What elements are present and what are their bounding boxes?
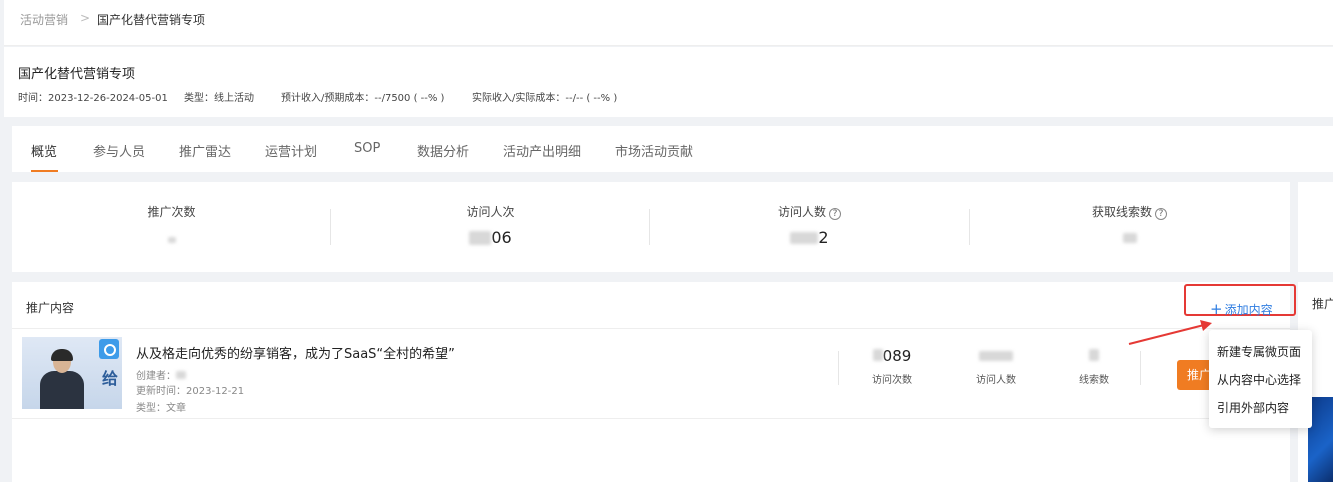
menu-item-from-content-center[interactable]: 从内容中心选择 [1217,371,1301,388]
campaign-time: 时间：2023-12-26-2024-05-01 [18,93,168,104]
question-circle-icon[interactable]: ? [1155,208,1167,220]
tab-contribution[interactable]: 市场活动贡献 [615,141,693,160]
side-panel-title: 推广 [1312,297,1333,311]
metric-value [951,347,1041,367]
metric-label: 访问人数 [976,375,1016,386]
stats-panel: 推广次数 访问人次 06 访问人数? 2 获取线索数? [12,182,1290,272]
breadcrumb-root-link[interactable]: 活动营销 [20,11,68,28]
add-content-label: + 添加内容 [1210,300,1273,318]
metric-visitors: 访问人数 [951,347,1041,386]
metric-leads: 线索数 [1049,347,1139,386]
stat-value: 06 [331,228,650,247]
stat-value [970,228,1289,247]
stat-leads: 获取线索数? [970,182,1289,272]
campaign-actual: 实际收入/实际成本：--/-- ( --% ) [472,93,618,104]
tab-participants[interactable]: 参与人员 [93,141,145,160]
question-circle-icon[interactable]: ? [829,208,841,220]
tab-overview[interactable]: 概览 [31,141,57,160]
campaign-header: 国产化替代营销专项 时间：2023-12-26-2024-05-01 类型：线上… [4,47,1333,117]
divider [1140,351,1141,385]
tab-bar: 概览 参与人员 推广雷达 运营计划 SOP 数据分析 活动产出明细 市场活动贡献 [12,126,1333,172]
menu-item-external-content[interactable]: 引用外部内容 [1217,399,1289,416]
active-tab-indicator [31,170,58,172]
menu-item-new-micro-page[interactable]: 新建专属微页面 [1217,343,1301,360]
thumbnail-text: 给 [102,369,119,388]
article-updated: 更新时间：2023-12-21 [136,386,245,397]
breadcrumb-bar: 活动营销 > 国产化替代营销专项 [4,0,1333,46]
stat-promotions: 推广次数 [12,182,331,272]
add-content-button[interactable]: + 添加内容 [1184,284,1296,318]
plus-icon: + [1210,300,1223,318]
tab-radar[interactable]: 推广雷达 [179,141,231,160]
campaign-type: 类型：线上活动 [184,93,254,104]
stat-label: 获取线索数? [970,203,1289,220]
stat-value: 2 [650,228,969,247]
campaign-expected: 预计收入/预期成本：--/7500 ( --% ) [281,93,445,104]
metric-visit-count: 089 访问次数 [847,347,937,386]
tab-data-analysis[interactable]: 数据分析 [417,141,469,160]
article-title[interactable]: 从及格走向优秀的纷享销客，成为了SaaS“全村的希望” [136,343,455,362]
metric-value [1049,347,1139,367]
metric-label: 访问次数 [872,375,912,386]
metric-value: 089 [847,347,937,367]
tab-ops-plan[interactable]: 运营计划 [265,141,317,160]
tab-output-detail[interactable]: 活动产出明细 [503,141,581,160]
campaign-title: 国产化替代营销专项 [18,67,136,82]
article-type: 类型：文章 [136,403,186,414]
promo-content-panel: 推广内容 + 添加内容 给 从及格走向优秀的纷享销客，成为了SaaS“全村的希望”… [12,282,1296,482]
stat-label: 访问人次 [466,205,515,219]
side-panel-top [1298,182,1333,272]
mini-program-icon [99,339,119,359]
breadcrumb-current: 国产化替代营销专项 [97,13,206,27]
tab-sop[interactable]: SOP [354,141,380,156]
article-thumbnail: 给 [22,337,122,409]
promo-content-title: 推广内容 [26,301,75,315]
stat-visits: 访问人次 06 [331,182,650,272]
article-creator: 创建者： [136,367,186,382]
annotation-arrow-icon [1128,320,1212,345]
content-item[interactable]: 给 从及格走向优秀的纷享销客，成为了SaaS“全村的希望” 创建者： 更新时间：… [12,329,1290,419]
breadcrumb-separator: > [80,11,91,25]
stat-value [12,228,331,247]
stat-label: 推广次数 [147,205,196,219]
stat-visitors: 访问人数? 2 [650,182,969,272]
metric-label: 线索数 [1079,375,1109,386]
stat-label: 访问人数? [650,203,969,220]
divider [838,351,839,385]
add-content-dropdown: 新建专属微页面 从内容中心选择 引用外部内容 [1209,330,1312,428]
